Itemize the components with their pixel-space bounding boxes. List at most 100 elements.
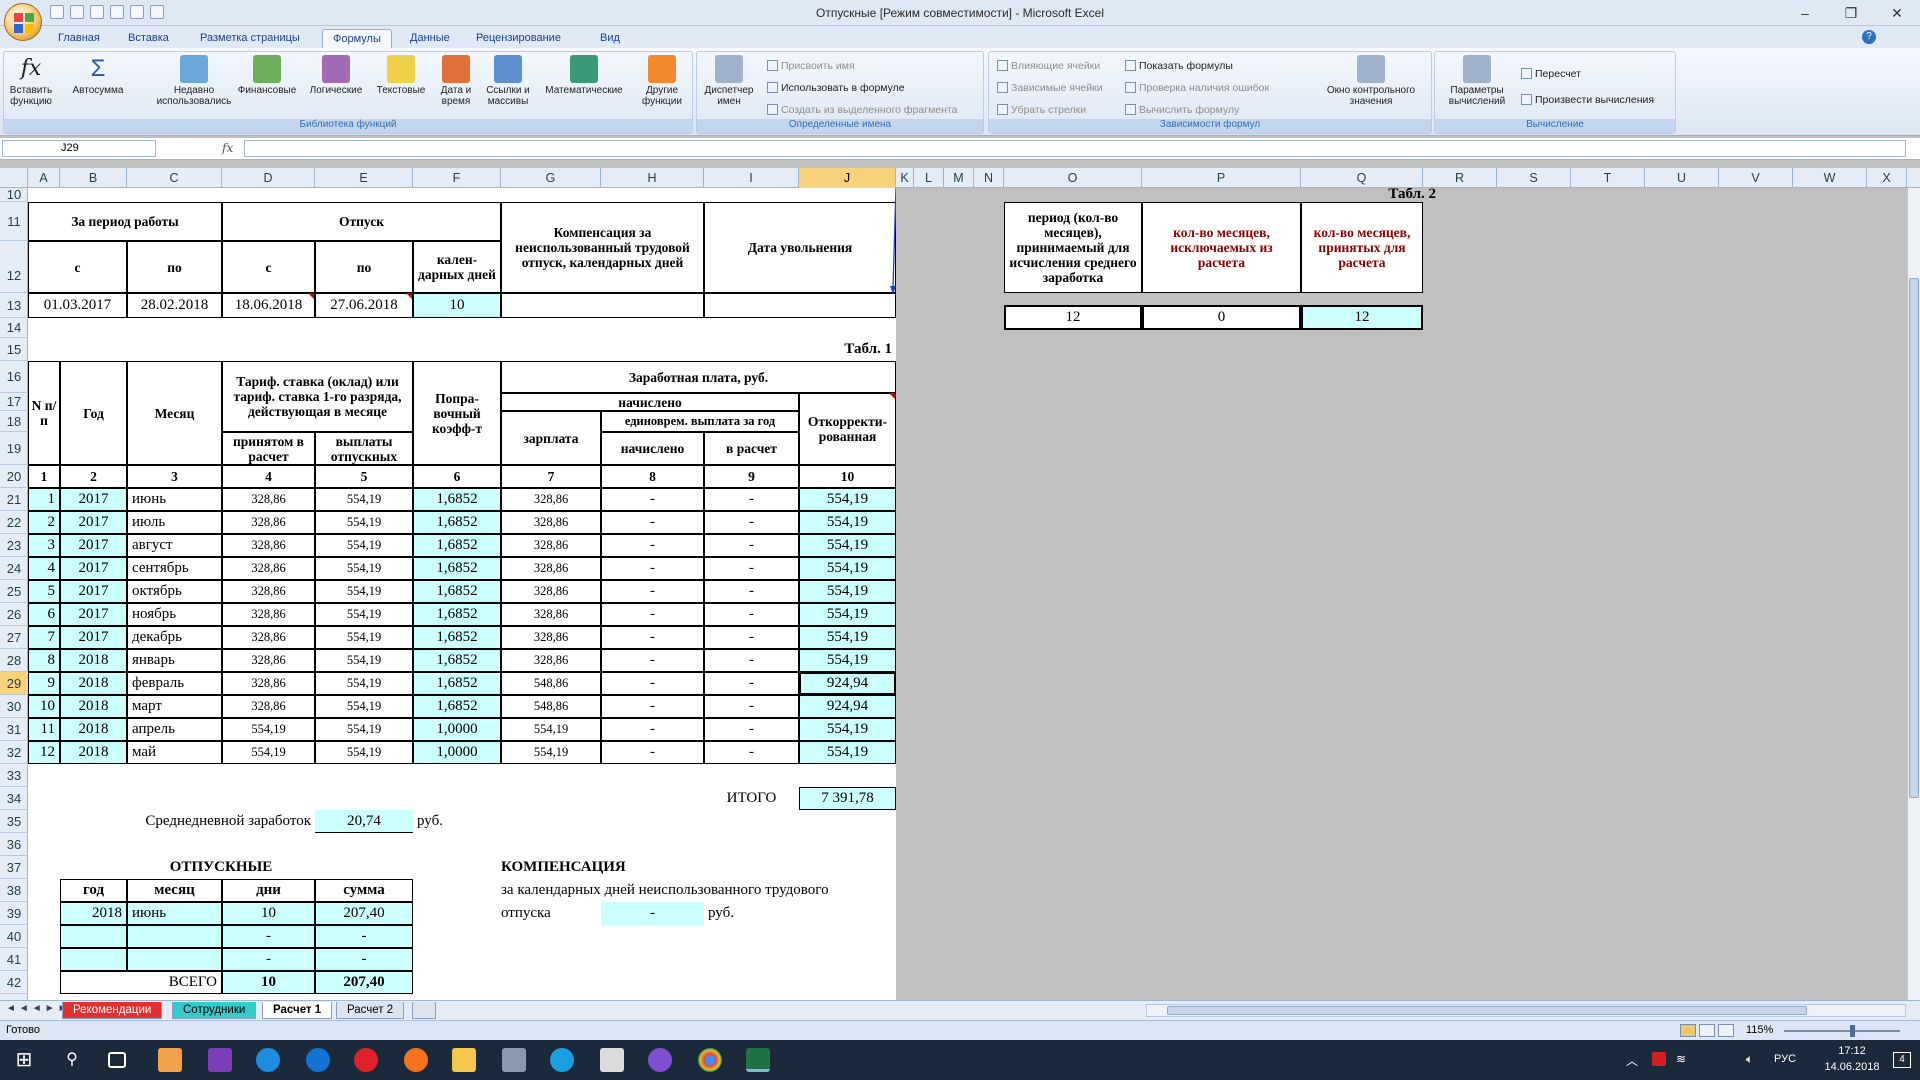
t1-cell[interactable]: - [704, 741, 799, 764]
t1-cell[interactable]: 328,86 [501, 626, 601, 649]
col-header[interactable]: E [315, 168, 413, 188]
t1-cell[interactable]: 554,19 [799, 580, 896, 603]
notification-icon[interactable]: 4 [1893, 1052, 1911, 1068]
t1-cell[interactable]: март [127, 695, 222, 718]
row-header[interactable]: 42 [0, 971, 28, 994]
row-header[interactable]: 39 [0, 902, 28, 925]
vac-cell[interactable]: - [222, 948, 315, 971]
vac-days-cell[interactable]: 10 [413, 293, 501, 318]
t1-cell[interactable]: 2 [28, 511, 60, 534]
more-functions-button[interactable]: Другие функции [634, 54, 690, 107]
volume-icon[interactable]: 🔈︎ [1746, 1052, 1753, 1067]
vac-cell[interactable]: 207,40 [315, 902, 413, 925]
vac-cell[interactable] [60, 925, 127, 948]
row-header[interactable]: 24 [0, 557, 28, 580]
sheet-tab[interactable]: Рекомендации [62, 1002, 163, 1019]
t1-cell[interactable]: - [601, 626, 704, 649]
sheet-tab-active[interactable]: Расчет 1 [262, 1002, 333, 1019]
vertical-scrollbar[interactable] [1907, 188, 1920, 1000]
col-header[interactable]: N [974, 168, 1004, 188]
remove-arrows-button[interactable]: Убрать стрелки [997, 104, 1086, 116]
col-header[interactable]: P [1142, 168, 1301, 188]
t1-cell[interactable]: 1,6852 [413, 603, 501, 626]
t1-cell[interactable]: 328,86 [222, 557, 315, 580]
t1-cell[interactable]: 554,19 [799, 649, 896, 672]
t1-cell[interactable]: 4 [28, 557, 60, 580]
calc-now-button[interactable]: Пересчет [1521, 68, 1581, 80]
row-header[interactable]: 14 [0, 318, 28, 338]
t1-cell[interactable]: - [601, 649, 704, 672]
col-header[interactable]: F [413, 168, 501, 188]
t1-cell[interactable]: 554,19 [315, 672, 413, 695]
calc-sheet-button[interactable]: Произвести вычисления [1521, 94, 1654, 106]
t1-cell[interactable]: 10 [28, 695, 60, 718]
t1-cell[interactable]: 554,19 [222, 741, 315, 764]
tab-page-layout[interactable]: Разметка страницы [190, 29, 310, 48]
t1-cell[interactable]: - [601, 695, 704, 718]
tray-app-icon[interactable] [1652, 1052, 1666, 1066]
period-to-cell[interactable]: 28.02.2018 [127, 293, 222, 318]
col-header[interactable]: I [704, 168, 799, 188]
vac-total-sum[interactable]: 207,40 [315, 971, 413, 994]
t1-cell[interactable]: 1,0000 [413, 718, 501, 741]
row-header[interactable]: 30 [0, 695, 28, 718]
define-name-button[interactable]: Присвоить имя [767, 60, 855, 72]
t1-cell[interactable]: июль [127, 511, 222, 534]
tab-review[interactable]: Рецензирование [466, 29, 571, 48]
row-header-selected[interactable]: 29 [0, 672, 28, 695]
t1-cell[interactable]: - [704, 580, 799, 603]
t1-cell[interactable]: 328,86 [222, 580, 315, 603]
ie-icon[interactable] [256, 1048, 280, 1072]
col-header[interactable]: B [60, 168, 127, 188]
t1-cell[interactable]: 548,86 [501, 672, 601, 695]
page-break-icon[interactable] [1718, 1024, 1734, 1037]
vac-from-cell[interactable]: 18.06.2018 [222, 293, 315, 318]
autosum-button[interactable]: Σ Автосумма [70, 54, 126, 96]
t1-cell[interactable]: 1,6852 [413, 672, 501, 695]
row-header[interactable]: 17 [0, 393, 28, 411]
trace-dependents-button[interactable]: Зависимые ячейки [997, 82, 1103, 94]
t1-total-value[interactable]: 7 391,78 [799, 787, 896, 810]
t1-cell[interactable]: 554,19 [315, 488, 413, 511]
comp-days-cell[interactable] [501, 293, 704, 318]
t1-cell[interactable]: - [601, 557, 704, 580]
row-header[interactable]: 23 [0, 534, 28, 557]
t1-cell[interactable]: - [704, 626, 799, 649]
t1-cell[interactable]: 328,86 [501, 534, 601, 557]
t1-cell[interactable]: 328,86 [222, 672, 315, 695]
t1-cell[interactable]: 328,86 [501, 511, 601, 534]
t2-v-accepted[interactable]: 12 [1301, 305, 1423, 330]
vac-total-days[interactable]: 10 [222, 971, 315, 994]
t1-cell[interactable]: 1,6852 [413, 534, 501, 557]
row-header[interactable]: 21 [0, 488, 28, 511]
skype-icon[interactable] [550, 1048, 574, 1072]
col-header[interactable]: R [1423, 168, 1497, 188]
text-button[interactable]: Текстовые [370, 54, 432, 96]
t1-cell[interactable]: 2017 [60, 580, 127, 603]
vac-cell[interactable]: - [315, 925, 413, 948]
clock-date[interactable]: 14.06.2018 [1812, 1061, 1892, 1073]
t1-cell[interactable]: 1 [28, 488, 60, 511]
t1-cell[interactable]: - [601, 511, 704, 534]
t1-cell[interactable]: - [704, 649, 799, 672]
t1-cell[interactable]: декабрь [127, 626, 222, 649]
tab-insert[interactable]: Вставка [118, 29, 179, 48]
t2-v-excluded[interactable]: 0 [1142, 305, 1301, 330]
t1-cell[interactable]: 328,86 [222, 626, 315, 649]
row-header[interactable]: 26 [0, 603, 28, 626]
recent-functions-button[interactable]: Недавно использовались [154, 54, 234, 107]
t1-cell[interactable]: 554,19 [799, 557, 896, 580]
t1-cell[interactable]: 554,19 [315, 511, 413, 534]
tray-network-icon[interactable]: ≋ [1676, 1052, 1686, 1066]
search-icon[interactable]: ⚲ [60, 1048, 84, 1072]
col-header[interactable]: K [896, 168, 914, 188]
t1-cell[interactable]: 554,19 [315, 534, 413, 557]
tray-chevron-icon[interactable]: ︿ [1626, 1052, 1638, 1069]
normal-view-icon[interactable] [1680, 1024, 1696, 1037]
t1-cell[interactable]: 554,19 [799, 511, 896, 534]
logical-button[interactable]: Логические [304, 54, 368, 96]
minimize-icon[interactable]: – [1782, 0, 1828, 26]
t1-cell[interactable]: - [601, 603, 704, 626]
row-header[interactable]: 32 [0, 741, 28, 764]
t1-cell[interactable]: 2018 [60, 718, 127, 741]
